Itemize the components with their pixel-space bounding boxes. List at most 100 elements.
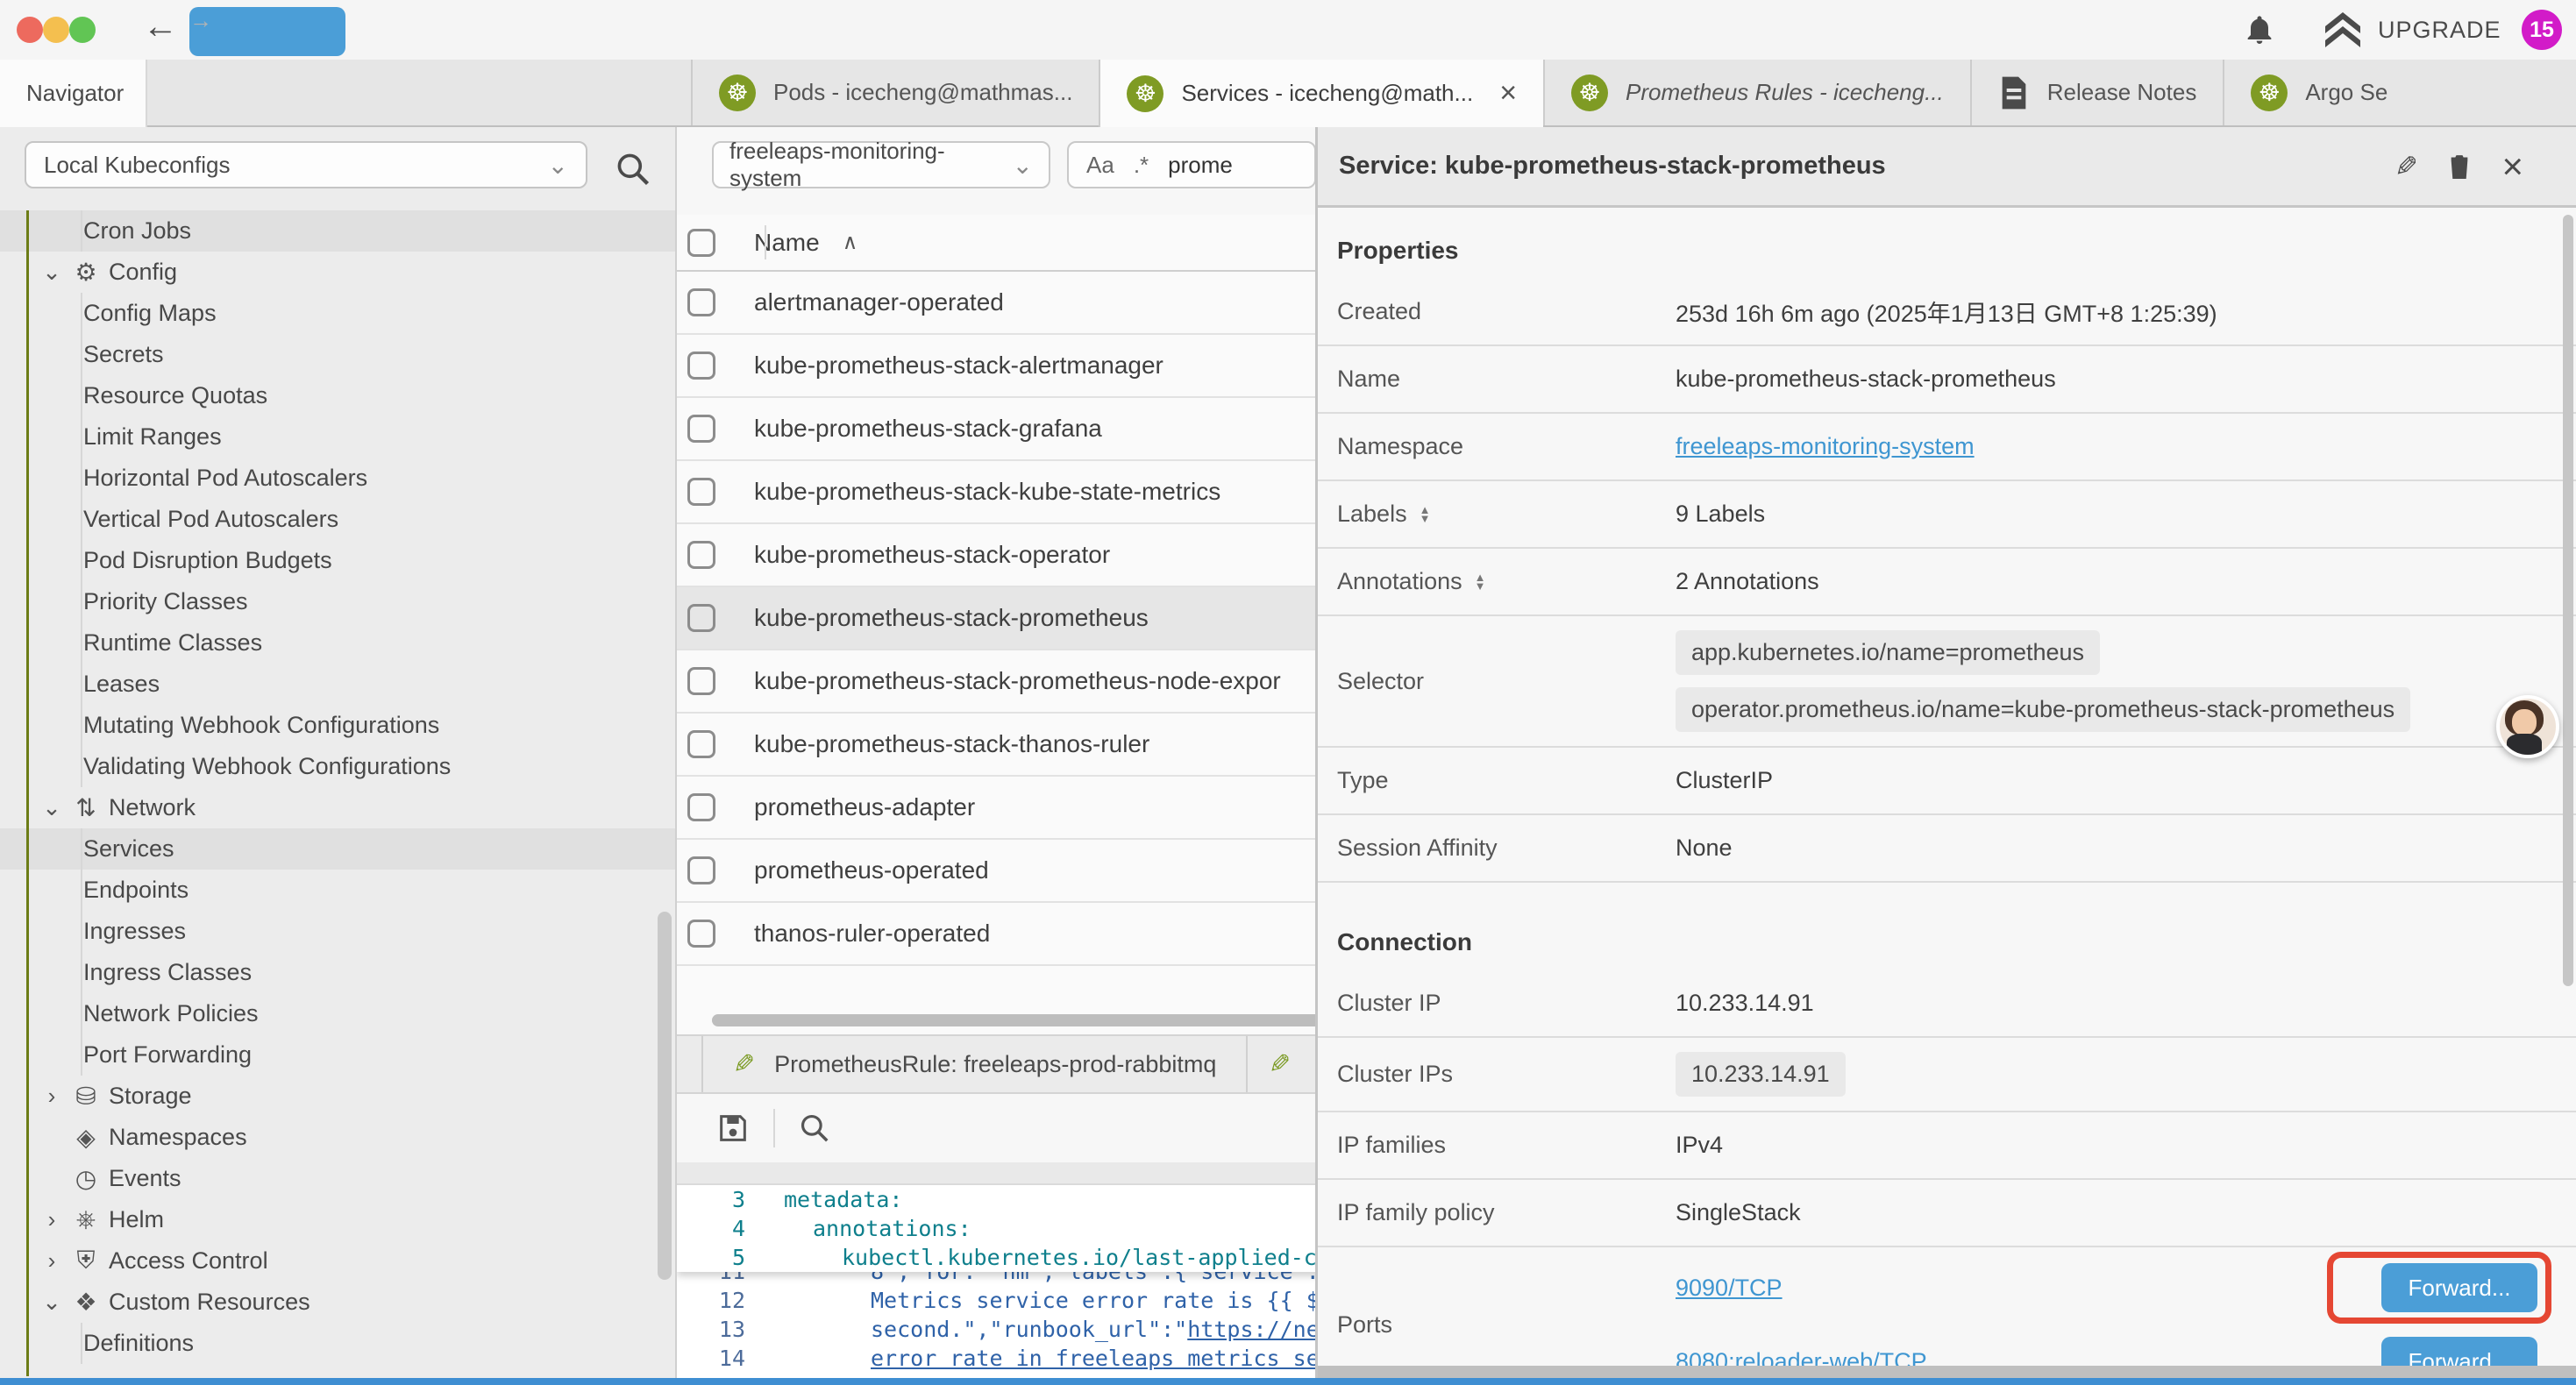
sidebar-item-definitions[interactable]: Definitions [0,1323,675,1364]
forward-button[interactable]: Forward... [2381,1263,2537,1312]
sidebar-item-pod-disruption-budgets[interactable]: Pod Disruption Budgets [0,540,675,581]
notification-count-badge[interactable]: 15 [2522,10,2562,50]
sidebar-item-ingress-classes[interactable]: Ingress Classes [0,952,675,993]
row-checkbox[interactable] [687,856,715,884]
app-tab[interactable]: ☸Prometheus Rules - icecheng... [1543,60,1970,125]
app-tab[interactable]: ☸Pods - icecheng@mathmas... [691,60,1099,125]
editor-search-icon[interactable] [798,1112,831,1145]
detail-horizontal-scrollbar[interactable] [1318,1366,2576,1378]
sidebar-item-cron-jobs[interactable]: Cron Jobs [0,210,675,252]
close-icon[interactable]: × [2501,146,2523,188]
row-checkbox[interactable] [687,604,715,632]
sort-toggle-icon[interactable]: ▲▼ [1475,573,1486,591]
chevron-right-icon[interactable]: › [39,1083,65,1110]
kubeconfig-context-select[interactable]: Local Kubeconfigs ⌄ [25,141,587,188]
detail-scrollbar[interactable] [2563,215,2573,986]
sidebar-item-access-control[interactable]: ›⛨Access Control [0,1240,675,1282]
sidebar-item-namespaces[interactable]: ◈Namespaces [0,1117,675,1158]
row-checkbox[interactable] [687,667,715,695]
sidebar-item-port-forwarding[interactable]: Port Forwarding [0,1034,675,1076]
sidebar-item-config-maps[interactable]: Config Maps [0,293,675,334]
sidebar-item-services[interactable]: Services [0,828,675,870]
back-arrow-icon[interactable]: ← [143,7,178,46]
dock-tab-next[interactable]: ✎ [1248,1036,1312,1092]
detail-row-label: Name [1318,366,1676,393]
sidebar-item-mutating-webhook-configurations[interactable]: Mutating Webhook Configurations [0,705,675,746]
row-checkbox[interactable] [687,793,715,821]
sidebar-item-secrets[interactable]: Secrets [0,334,675,375]
app-tab[interactable]: Release Notes [1970,60,2224,125]
sidebar-item-ingresses[interactable]: Ingresses [0,911,675,952]
row-checkbox[interactable] [687,730,715,758]
sidebar-item-resource-quotas[interactable]: Resource Quotas [0,375,675,416]
window-zoom-button[interactable] [69,17,96,43]
sidebar-item-events[interactable]: ◷Events [0,1158,675,1199]
navigator-panel-tab[interactable]: Navigator [0,60,147,127]
detail-row-value: 9 Labels [1676,501,2576,528]
sidebar-search-icon[interactable] [614,150,652,188]
select-all-checkbox[interactable] [687,229,715,257]
edit-pencil-icon[interactable]: ✎ [2395,150,2418,183]
chevron-right-icon[interactable]: › [39,1206,65,1233]
sidebar-scrollbar[interactable] [658,912,672,1280]
chevron-down-icon[interactable]: ⌄ [39,794,65,821]
row-checkbox[interactable] [687,352,715,380]
row-checkbox[interactable] [687,478,715,506]
sidebar-item-helm[interactable]: ›⎈Helm [0,1199,675,1240]
sidebar-item-endpoints[interactable]: Endpoints [0,870,675,911]
window-minimize-button[interactable] [43,17,69,43]
sidebar-item-vertical-pod-autoscalers[interactable]: Vertical Pod Autoscalers [0,499,675,540]
upgrade-chevrons-icon [2322,11,2364,49]
match-case-toggle[interactable]: Aa [1086,152,1114,179]
trash-icon[interactable] [2447,152,2472,181]
forward-arrow-icon[interactable]: → [189,7,345,56]
regex-toggle[interactable]: .* [1134,152,1149,179]
sidebar-item-runtime-classes[interactable]: Runtime Classes [0,622,675,664]
chevron-down-icon[interactable]: ⌄ [39,259,65,286]
detail-row-created: Created253d 16h 6m ago (2025年1月13日 GMT+8… [1318,279,2576,346]
port-link[interactable]: 8080:reloader-web/TCP [1676,1348,1927,1367]
sidebar-item-validating-webhook-configurations[interactable]: Validating Webhook Configurations [0,746,675,787]
sidebar-item-network[interactable]: ⌄⇅Network [0,787,675,828]
namespace-filter-select[interactable]: freeleaps-monitoring-system ⌄ [712,141,1050,188]
notifications-bell-icon[interactable] [2242,12,2277,49]
chevron-down-icon[interactable]: ⌄ [39,1289,65,1316]
sidebar-item-horizontal-pod-autoscalers[interactable]: Horizontal Pod Autoscalers [0,458,675,499]
kubernetes-icon: ☸ [719,75,756,111]
sidebar-item-storage[interactable]: ›⛁Storage [0,1076,675,1117]
tab-label: Prometheus Rules - icecheng... [1626,79,1944,106]
sidebar-item-network-policies[interactable]: Network Policies [0,993,675,1034]
sidebar-item-label: Pod Disruption Budgets [83,547,332,574]
sort-toggle-icon[interactable]: ▲▼ [1420,506,1431,523]
sidebar-item-custom-resources[interactable]: ⌄❖Custom Resources [0,1282,675,1323]
sidebar-item-leases[interactable]: Leases [0,664,675,705]
detail-row-label: Cluster IP [1318,990,1676,1017]
edit-pencil-icon: ✎ [733,1049,755,1080]
lens-app-window: ← → UPGRADE 15 Navigator ☸Pods - icechen… [0,0,2576,1385]
window-close-button[interactable] [17,17,43,43]
save-icon[interactable] [715,1111,751,1146]
upgrade-button[interactable]: UPGRADE [2322,11,2501,49]
port-link[interactable]: 9090/TCP [1676,1275,1783,1302]
detail-row-value: 253d 16h 6m ago (2025年1月13日 GMT+8 1:25:3… [1676,295,2576,329]
row-checkbox[interactable] [687,541,715,569]
window-titlebar: ← → UPGRADE 15 [0,0,2576,61]
close-tab-icon[interactable]: × [1499,76,1517,110]
detail-row-value: ClusterIP [1676,767,2576,794]
chevron-right-icon[interactable]: › [39,1247,65,1275]
service-name-cell: prometheus-adapter [754,793,975,821]
forward-button[interactable]: Forward... [2381,1337,2537,1366]
app-tab[interactable]: ☸Services - icecheng@math...× [1099,60,1543,127]
row-checkbox[interactable] [687,415,715,443]
dock-tab-prometheusrule[interactable]: ✎ PrometheusRule: freeleaps-prod-rabbitm… [701,1036,1248,1092]
user-avatar[interactable] [2496,695,2559,758]
table-search-input[interactable]: Aa .* prome [1067,141,1316,188]
row-checkbox[interactable] [687,920,715,948]
namespace-link[interactable]: freeleaps-monitoring-system [1676,433,1975,459]
sidebar-item-config[interactable]: ⌄⚙Config [0,252,675,293]
row-checkbox[interactable] [687,288,715,316]
app-tab[interactable]: ☸Argo Se [2223,60,2414,125]
section-heading: Properties [1318,210,2576,279]
sidebar-item-limit-ranges[interactable]: Limit Ranges [0,416,675,458]
sidebar-item-priority-classes[interactable]: Priority Classes [0,581,675,622]
